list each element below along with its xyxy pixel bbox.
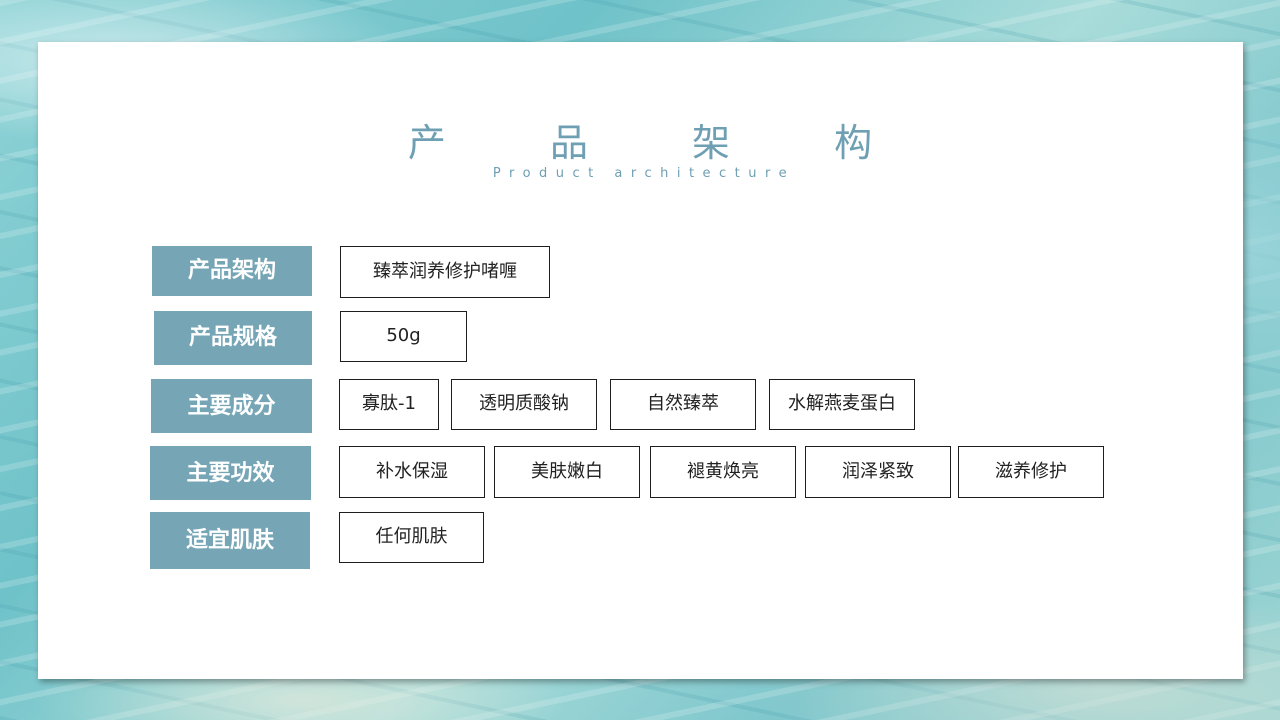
tag-effect: 美肤嫩白 (494, 446, 640, 498)
row-label-ingredients: 主要成分 (151, 379, 312, 433)
tag-ingredient: 水解燕麦蛋白 (769, 379, 915, 430)
tag-effect: 褪黄焕亮 (650, 446, 796, 498)
tag-effect: 润泽紧致 (805, 446, 951, 498)
tag-effect: 补水保湿 (339, 446, 485, 498)
tag-product-name: 臻萃润养修护啫喱 (340, 246, 550, 298)
tag-ingredient: 透明质酸钠 (451, 379, 597, 430)
row-label-architecture: 产品架构 (152, 246, 312, 296)
page-title: 产 品 架 构 (407, 121, 919, 165)
tag-skin-type: 任何肌肤 (339, 512, 484, 563)
tag-effect: 滋养修护 (958, 446, 1104, 498)
page-subtitle: Product architecture (492, 166, 796, 181)
row-label-skin-type: 适宜肌肤 (150, 512, 310, 569)
tag-ingredient: 寡肽-1 (339, 379, 439, 430)
tag-spec: 50g (340, 311, 467, 362)
row-label-spec: 产品规格 (154, 311, 312, 365)
tag-ingredient: 自然臻萃 (610, 379, 756, 430)
row-label-effects: 主要功效 (150, 446, 311, 500)
